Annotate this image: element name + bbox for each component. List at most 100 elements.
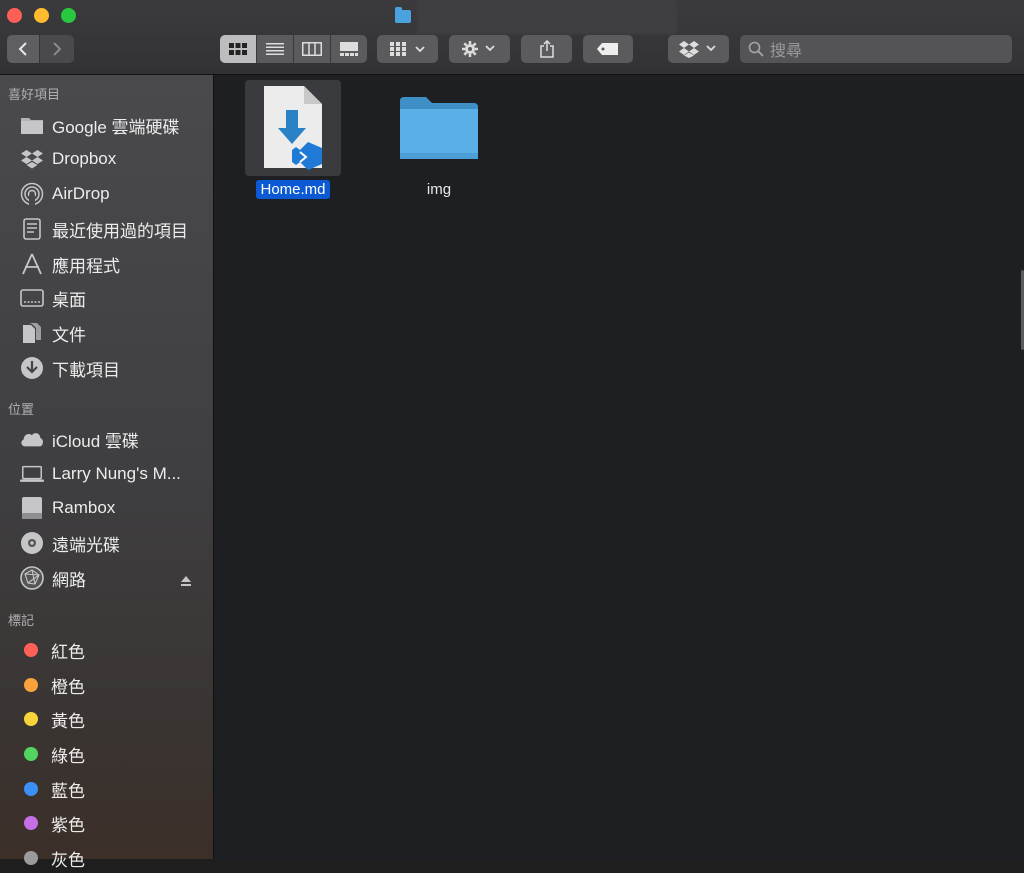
- downloads-icon: [20, 356, 44, 380]
- forward-button[interactable]: [40, 35, 74, 63]
- column-view-button[interactable]: [294, 35, 331, 63]
- favorites-header: 喜好項目: [8, 87, 61, 102]
- eject-icon[interactable]: [180, 574, 192, 592]
- sidebar-item-icloud[interactable]: iCloud 雲碟: [20, 424, 139, 454]
- sidebar-item-recents[interactable]: 最近使用過的項目: [20, 214, 188, 244]
- search-placeholder: 搜尋: [770, 43, 803, 60]
- window-title: [395, 0, 677, 34]
- laptop-icon: [20, 462, 44, 486]
- tag-color-dot: [24, 643, 38, 657]
- sidebar-tag-purple[interactable]: 紫色: [20, 808, 85, 838]
- sidebar-item-label: 應用程式: [52, 256, 120, 276]
- locations-header: 位置: [8, 402, 35, 417]
- sidebar-item-label: 藍色: [51, 781, 85, 801]
- tags-button[interactable]: [583, 35, 633, 63]
- toolbar: 搜尋: [0, 0, 1024, 75]
- dropbox-menu-button[interactable]: [668, 35, 729, 63]
- icloud-icon: [20, 427, 44, 451]
- list-icon: [266, 43, 284, 55]
- tag-color-dot: [24, 747, 38, 761]
- sidebar-item-downloads[interactable]: 下載項目: [20, 353, 120, 383]
- share-icon: [539, 40, 554, 58]
- sidebar-item-label: Larry Nung's M...: [52, 464, 181, 483]
- sidebar-item-label: 下載項目: [52, 360, 120, 380]
- sidebar-tag-green[interactable]: 綠色: [20, 739, 85, 769]
- sidebar-item-label: 遠端光碟: [52, 535, 120, 555]
- dropbox-icon: [678, 41, 716, 58]
- sidebar-item-google-drive[interactable]: Google 雲端硬碟: [20, 110, 180, 140]
- sidebar-item-label: 灰色: [51, 850, 85, 870]
- tag-color-dot: [24, 851, 38, 865]
- sidebar-item-airdrop[interactable]: AirDrop: [20, 179, 110, 209]
- sidebar-item-remote-disc[interactable]: 遠端光碟: [20, 528, 120, 558]
- sidebar-item-documents[interactable]: 文件: [20, 318, 86, 348]
- view-mode-segmented-control: [220, 35, 367, 63]
- share-button[interactable]: [521, 35, 572, 63]
- sidebar-item-rambox[interactable]: Rambox: [20, 493, 115, 523]
- action-menu-button[interactable]: [449, 35, 510, 63]
- sidebar-item-label: AirDrop: [52, 184, 110, 203]
- minimize-window-button[interactable]: [34, 8, 49, 23]
- sidebar-item-label: 文件: [52, 325, 86, 345]
- sidebar-item-desktop[interactable]: 桌面: [20, 283, 86, 313]
- documents-icon: [20, 321, 44, 345]
- optical-disc-icon: [20, 531, 44, 555]
- tag-color-dot: [24, 712, 38, 726]
- disk-icon: [20, 496, 44, 520]
- window-title-text: [417, 0, 677, 34]
- network-icon: [20, 566, 44, 590]
- sidebar-item-dropbox[interactable]: Dropbox: [20, 144, 116, 174]
- close-window-button[interactable]: [7, 8, 22, 23]
- gear-icon: [461, 41, 495, 57]
- sidebar-item-label: Rambox: [52, 498, 116, 517]
- file-browser-area[interactable]: Home.md img: [214, 75, 1024, 859]
- sidebar-tag-orange[interactable]: 橙色: [20, 670, 85, 700]
- chevron-right-icon: [53, 42, 62, 56]
- sidebar-item-label: Google 雲端硬碟: [52, 117, 180, 137]
- sidebar-item-label: 網路: [52, 570, 86, 590]
- sidebar-item-label: Dropbox: [52, 149, 117, 168]
- zoom-window-button[interactable]: [61, 8, 76, 23]
- sidebar-item-label: iCloud 雲碟: [52, 431, 139, 451]
- group-by-button[interactable]: [377, 35, 438, 63]
- gallery-view-button[interactable]: [331, 35, 367, 63]
- sidebar-tag-gray[interactable]: 灰色: [20, 843, 85, 873]
- sidebar-item-network[interactable]: 網路: [20, 563, 86, 593]
- icon-grid-icon: [229, 43, 247, 55]
- search-icon: [748, 41, 764, 57]
- sidebar-item-label: 橙色: [51, 677, 85, 697]
- tag-color-dot: [24, 678, 38, 692]
- back-button[interactable]: [7, 35, 39, 63]
- file-item-img-folder[interactable]: img: [391, 80, 487, 199]
- columns-icon: [302, 42, 322, 56]
- dropbox-icon: [20, 147, 44, 171]
- sidebar-item-applications[interactable]: 應用程式: [20, 249, 120, 279]
- group-grid-chevron-icon: [389, 42, 425, 56]
- sidebar-tag-yellow[interactable]: 黃色: [20, 704, 85, 734]
- icon-view-button[interactable]: [220, 35, 257, 63]
- finder-window: 搜尋 喜好項目 Google 雲端硬碟 Dropbox AirDrop 最近使用…: [0, 0, 1024, 870]
- tags-header: 標記: [8, 613, 35, 628]
- search-field[interactable]: 搜尋: [740, 35, 1012, 63]
- sidebar-item-laptop[interactable]: Larry Nung's M...: [20, 459, 181, 489]
- sidebar-item-label: 綠色: [51, 746, 85, 766]
- desktop-icon: [20, 286, 44, 310]
- airdrop-icon: [20, 182, 44, 206]
- file-item-home-md[interactable]: Home.md: [245, 80, 341, 199]
- tag-icon: [597, 43, 618, 55]
- sidebar-item-label: 黃色: [51, 711, 85, 731]
- file-name-label: img: [426, 181, 452, 198]
- drive-folder-icon: [20, 113, 44, 137]
- chevron-left-icon: [18, 42, 27, 56]
- folder-icon: [395, 6, 411, 23]
- sidebar-tag-blue[interactable]: 藍色: [20, 774, 85, 804]
- sidebar: 喜好項目 Google 雲端硬碟 Dropbox AirDrop 最近使用過的項…: [0, 75, 214, 870]
- tag-color-dot: [24, 816, 38, 830]
- folder-icon: [391, 80, 487, 176]
- sidebar-item-label: 桌面: [52, 290, 86, 310]
- sidebar-tag-red[interactable]: 紅色: [20, 635, 85, 665]
- file-name-label: Home.md: [256, 180, 330, 199]
- markdown-file-icon: [245, 80, 341, 176]
- list-view-button[interactable]: [257, 35, 294, 63]
- applications-icon: [20, 252, 44, 276]
